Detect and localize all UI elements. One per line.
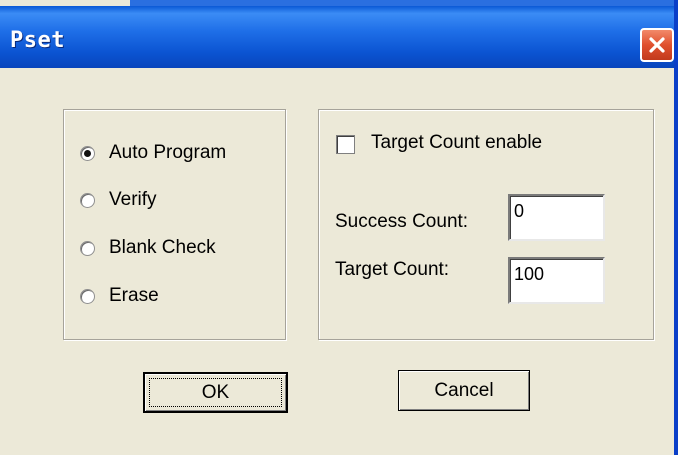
radio-button[interactable] <box>80 145 95 161</box>
close-icon <box>649 37 665 53</box>
radio-button[interactable] <box>80 192 95 208</box>
target-count-enable-checkbox[interactable] <box>336 135 355 154</box>
title-bar[interactable]: Pset <box>0 6 674 68</box>
radio-erase[interactable]: Erase <box>80 282 159 310</box>
radio-verify[interactable]: Verify <box>80 186 157 214</box>
dialog-client-area: Auto Program Verify Blank Check Erase Ta… <box>0 68 674 455</box>
radio-button[interactable] <box>80 288 95 304</box>
target-count-label: Target Count: <box>335 259 450 280</box>
success-count-label: Success Count: <box>335 211 469 232</box>
focus-rectangle <box>149 378 282 407</box>
radio-label: Blank Check <box>109 237 216 258</box>
window-title: Pset <box>10 28 65 53</box>
radio-label: Erase <box>109 285 159 306</box>
radio-blank-check[interactable]: Blank Check <box>80 234 216 262</box>
radio-button[interactable] <box>80 240 95 256</box>
radio-label: Auto Program <box>109 142 227 163</box>
radio-auto-program[interactable]: Auto Program <box>80 139 226 167</box>
target-count-field[interactable]: 100 <box>508 257 605 304</box>
pset-dialog: Pset Auto Program Verify Blank Check Era… <box>0 0 678 455</box>
cancel-button[interactable]: Cancel <box>398 370 530 411</box>
target-count-enable-label: Target Count enable <box>371 132 543 153</box>
close-button[interactable] <box>640 28 674 62</box>
radio-label: Verify <box>109 189 157 210</box>
ok-button[interactable]: OK <box>143 372 288 413</box>
success-count-field[interactable]: 0 <box>508 194 605 241</box>
cancel-button-label: Cancel <box>434 379 494 401</box>
